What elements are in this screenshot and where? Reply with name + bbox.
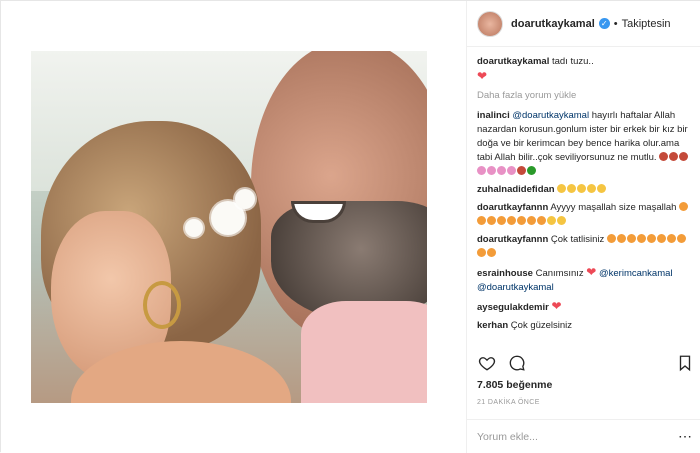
- comment-item: esrainhouse Canımsınız ❤ @kerimcankamal …: [477, 265, 695, 295]
- man-shirt: [301, 301, 427, 403]
- add-comment-bar: ⋯: [467, 419, 700, 453]
- comment-item: zuhalnadidefidan: [477, 183, 695, 197]
- comment-text: Çok tatlisiniz: [550, 234, 605, 245]
- comment-username[interactable]: inalinci: [477, 110, 510, 121]
- more-options-icon[interactable]: ⋯: [678, 428, 692, 445]
- emoji-icon: [517, 166, 526, 175]
- verified-badge-icon: ✓: [598, 18, 610, 29]
- likes-count[interactable]: 7.805 beğenme: [477, 379, 552, 391]
- heart-emoji-icon: ❤: [586, 265, 597, 279]
- post-username[interactable]: doarutkaykamal: [511, 18, 595, 30]
- heart-emoji-icon: ❤: [551, 299, 562, 313]
- emoji-icon: [656, 234, 666, 243]
- comment-username[interactable]: kerhan: [477, 320, 508, 331]
- emoji-icon: [487, 248, 496, 257]
- post-sidebar: doarutkaykamal ✓ • Takiptesin doarutkayk…: [466, 1, 700, 453]
- comment-username[interactable]: doarutkaykamal: [477, 56, 549, 67]
- comment-text: Ayyyy maşallah size maşallah: [550, 202, 677, 213]
- emoji-icon: [507, 166, 516, 175]
- load-more-comments[interactable]: Daha fazla yorum yükle: [477, 89, 695, 103]
- comment-item: kerhan Çok güzelsiniz: [477, 319, 695, 333]
- comment-username[interactable]: zuhalnadidefidan: [477, 184, 555, 195]
- emoji-icon: [626, 234, 636, 243]
- comment-icon[interactable]: [507, 353, 527, 373]
- emoji-icon: [557, 216, 566, 225]
- emoji-icon: [606, 234, 616, 243]
- post-timestamp: 21 DAKİKA ÖNCE: [477, 399, 540, 406]
- photo-panel: [1, 1, 466, 453]
- comment-username[interactable]: doarutkayfannn: [477, 202, 548, 213]
- hair-flower: [185, 219, 203, 237]
- emoji-icon: [646, 234, 656, 243]
- comment-text: tadı tuzu..: [551, 56, 594, 67]
- emoji-icon: [676, 234, 686, 243]
- emoji-icon: [587, 184, 597, 193]
- emoji-icon: [497, 216, 506, 225]
- separator-dot: •: [613, 17, 618, 30]
- comment-text: Canımsınız: [535, 268, 584, 279]
- post-actions: [477, 351, 695, 375]
- comment-mention[interactable]: @doarutkaykamal: [477, 282, 554, 293]
- emoji-icon: [577, 184, 587, 193]
- comment-mention[interactable]: @doarutkaykamal: [512, 110, 589, 121]
- heart-emoji-icon: ❤: [477, 69, 488, 83]
- comment-mention[interactable]: @kerimcankamal: [599, 268, 673, 279]
- emoji-icon: [477, 166, 486, 175]
- comment-item: inalinci @doarutkaykamal hayırlı haftala…: [477, 109, 695, 179]
- emoji-icon: [666, 234, 676, 243]
- emoji-icon: [636, 234, 646, 243]
- emoji-icon: [527, 216, 536, 225]
- heart-icon[interactable]: [477, 353, 497, 373]
- emoji-icon: [477, 216, 486, 225]
- post-header: doarutkaykamal ✓ • Takiptesin: [467, 1, 700, 47]
- emoji-icon: [527, 166, 536, 175]
- comment-item: doarutkaykamal tadı tuzu.. ❤: [477, 55, 695, 85]
- earring: [143, 281, 181, 329]
- emoji-icon: [659, 152, 669, 161]
- avatar[interactable]: [477, 10, 503, 37]
- bookmark-icon[interactable]: [675, 353, 695, 373]
- comment-item: doarutkayfannn Ayyyy maşallah size maşal…: [477, 201, 695, 229]
- emoji-icon: [487, 216, 496, 225]
- emoji-icon: [557, 184, 567, 193]
- emoji-icon: [567, 184, 577, 193]
- emoji-icon: [497, 166, 506, 175]
- comments-list: doarutkaykamal tadı tuzu.. ❤ Daha fazla …: [477, 55, 695, 347]
- emoji-icon: [616, 234, 626, 243]
- emoji-icon: [537, 216, 546, 225]
- comment-username[interactable]: doarutkayfannn: [477, 234, 548, 245]
- comment-username[interactable]: esrainhouse: [477, 268, 533, 279]
- follow-status[interactable]: Takiptesin: [622, 18, 671, 30]
- comment-input[interactable]: [477, 430, 667, 443]
- post-photo[interactable]: [31, 51, 427, 403]
- comment-text: Çok güzelsiniz: [510, 320, 573, 331]
- comment-username[interactable]: aysegulakdemir: [477, 302, 549, 313]
- emoji-icon: [679, 152, 689, 161]
- emoji-icon: [679, 202, 689, 211]
- comment-item: aysegulakdemir ❤: [477, 299, 695, 315]
- emoji-icon: [507, 216, 516, 225]
- instagram-post: doarutkaykamal ✓ • Takiptesin doarutkayk…: [0, 0, 700, 453]
- emoji-icon: [517, 216, 526, 225]
- emoji-row: [557, 184, 607, 195]
- emoji-icon: [547, 216, 556, 225]
- comment-item: doarutkayfannn Çok tatlisiniz: [477, 233, 695, 261]
- emoji-icon: [477, 248, 486, 257]
- emoji-icon: [487, 166, 496, 175]
- hair-flower: [235, 189, 255, 209]
- emoji-icon: [597, 184, 607, 193]
- emoji-icon: [669, 152, 679, 161]
